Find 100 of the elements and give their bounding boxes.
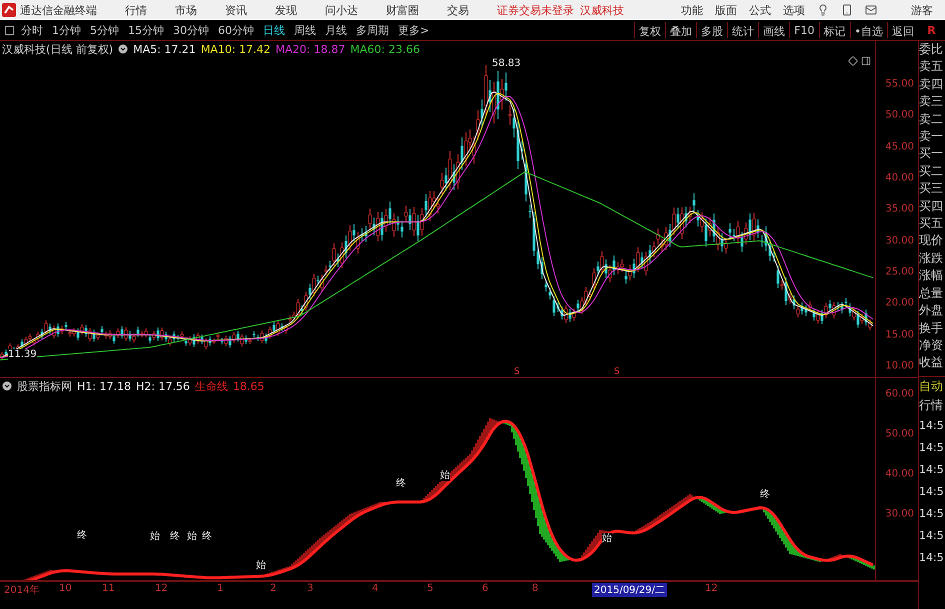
toolbar-button[interactable]: 叠加 (665, 22, 696, 38)
signal-mark: 始 (602, 533, 612, 544)
quote-label: 卖四 (919, 76, 944, 93)
quote-label: 换手 (919, 320, 944, 336)
ma-value: MA60: 23.66 (350, 42, 420, 56)
quote-label: 净资 (919, 336, 944, 354)
signal-mark: 终 (760, 489, 770, 500)
trade-time: 14:5 (919, 484, 945, 500)
menu-item[interactable]: 资讯 (225, 2, 247, 18)
trade-time: 14:5 (919, 418, 945, 434)
signal-mark: 终 (396, 478, 406, 489)
collapse-icon[interactable] (118, 44, 128, 54)
signal-mark: 终 (77, 530, 87, 541)
corner-label: R (926, 24, 937, 36)
signal-mark: 始 (256, 560, 266, 571)
user-label[interactable]: 游客 (911, 2, 933, 18)
diamond-icon[interactable] (848, 56, 858, 66)
trade-time: 14:5 (919, 506, 945, 522)
toolbar-button[interactable]: F10 (789, 22, 818, 38)
signal-mark: 始 (440, 470, 450, 481)
price-tick: 50.00 (885, 110, 914, 121)
period-tab[interactable]: 多周期 (356, 22, 389, 38)
menu-item[interactable]: 交易 (447, 2, 469, 18)
toolbar-button[interactable]: •自选 (850, 22, 887, 38)
period-tab[interactable]: 月线 (325, 22, 347, 38)
period-tab[interactable]: 日线 (263, 22, 285, 38)
indicator-tick: 30.00 (885, 508, 914, 520)
toolbar-button[interactable]: 复权 (634, 22, 666, 38)
collapse-icon[interactable] (2, 381, 12, 391)
signal-mark: 始 (187, 531, 197, 542)
mail-icon[interactable] (865, 4, 877, 16)
period-tab[interactable]: 5分钟 (90, 22, 119, 38)
date-label: 1 (216, 583, 224, 594)
indicator-tick: 60.00 (885, 388, 914, 400)
date-label: 2014年 (3, 584, 40, 597)
tool-menu-item[interactable]: 功能 (681, 2, 703, 18)
quote-label: 买五 (919, 215, 944, 232)
period-tab[interactable]: 15分钟 (128, 22, 164, 38)
indicator-title: 股票指标网 (17, 378, 72, 394)
indicator-value: 生命线 (194, 378, 228, 394)
indicator-tick: 40.00 (885, 468, 914, 480)
signal-mark: 终 (170, 531, 180, 542)
ticker-tab[interactable]: 自动 (919, 376, 945, 396)
quote-label: 卖一 (919, 128, 944, 146)
menu-item[interactable]: 问小达 (325, 2, 358, 18)
period-tab[interactable]: 更多> (398, 22, 430, 38)
menu-item[interactable]: 市场 (175, 2, 197, 18)
quote-label: 买三 (919, 180, 944, 198)
tool-menu-item[interactable]: 版面 (715, 2, 737, 18)
toolbar-button[interactable]: 返回 (887, 22, 918, 38)
period-tab[interactable]: 30分钟 (173, 22, 209, 38)
chart-title: 汉威科技(日线 前复权) (2, 42, 114, 56)
panel-icon[interactable] (861, 56, 871, 66)
price-tick: 35.00 (885, 204, 914, 215)
price-tick: 55.00 (885, 78, 914, 90)
phone-icon[interactable] (841, 4, 853, 16)
stock-name[interactable]: 汉威科技 (580, 2, 624, 18)
trade-time: 14:5 (919, 528, 945, 544)
quote-label: 买一 (919, 145, 944, 162)
signal-mark: 终 (202, 531, 212, 542)
low-price-label: 11.39 (8, 349, 37, 360)
menu-item[interactable]: 行情 (125, 2, 147, 18)
lightbulb-icon[interactable] (817, 4, 829, 16)
quote-label: 现价 (919, 232, 944, 250)
period-tab[interactable]: 分时 (21, 22, 43, 38)
menu-item[interactable]: 发现 (275, 2, 297, 18)
date-label: 10 (58, 583, 73, 594)
date-label: 5 (426, 583, 434, 594)
toolbar-button[interactable]: 标记 (818, 22, 850, 38)
ma-value: MA20: 18.87 (276, 42, 346, 56)
period-tab[interactable]: 周线 (294, 22, 316, 38)
date-label: 12 (154, 583, 169, 594)
menu-item[interactable]: 财富圈 (386, 2, 419, 18)
period-tab[interactable]: 60分钟 (218, 22, 254, 38)
date-label: 2 (269, 583, 278, 594)
ma-value: MA10: 17.42 (200, 42, 271, 56)
price-tick: 25.00 (885, 266, 914, 278)
signal-mark: S (614, 367, 620, 377)
ticker-tab[interactable]: 行情 (919, 396, 945, 415)
tool-menu-item[interactable]: 选项 (783, 2, 805, 18)
trade-time: 14:5 (919, 440, 945, 456)
date-label: 11 (101, 583, 116, 594)
ma-value: MA5: 17.21 (133, 42, 196, 56)
tool-menu-item[interactable]: 公式 (749, 2, 771, 18)
date-label: 12 (704, 583, 719, 594)
app-title: 通达信金融终端 (20, 2, 97, 18)
signal-mark: 始 (150, 531, 160, 542)
date-label: 4 (371, 583, 380, 594)
date-label: 8 (531, 583, 540, 594)
quote-label: 外盘 (919, 302, 944, 320)
toolbar-button[interactable]: 多股 (696, 22, 728, 38)
square-icon[interactable] (4, 24, 15, 36)
price-tick: 30.00 (885, 235, 914, 246)
login-notice[interactable]: 证券交易未登录 (497, 2, 574, 18)
toolbar-button[interactable]: 画线 (758, 22, 790, 38)
quote-label: 卖三 (919, 93, 944, 110)
price-tick: 20.00 (885, 298, 914, 309)
toolbar-button[interactable]: 统计 (727, 22, 758, 38)
period-tab[interactable]: 1分钟 (52, 22, 81, 38)
indicator-value: H1: 17.18 (77, 380, 131, 392)
